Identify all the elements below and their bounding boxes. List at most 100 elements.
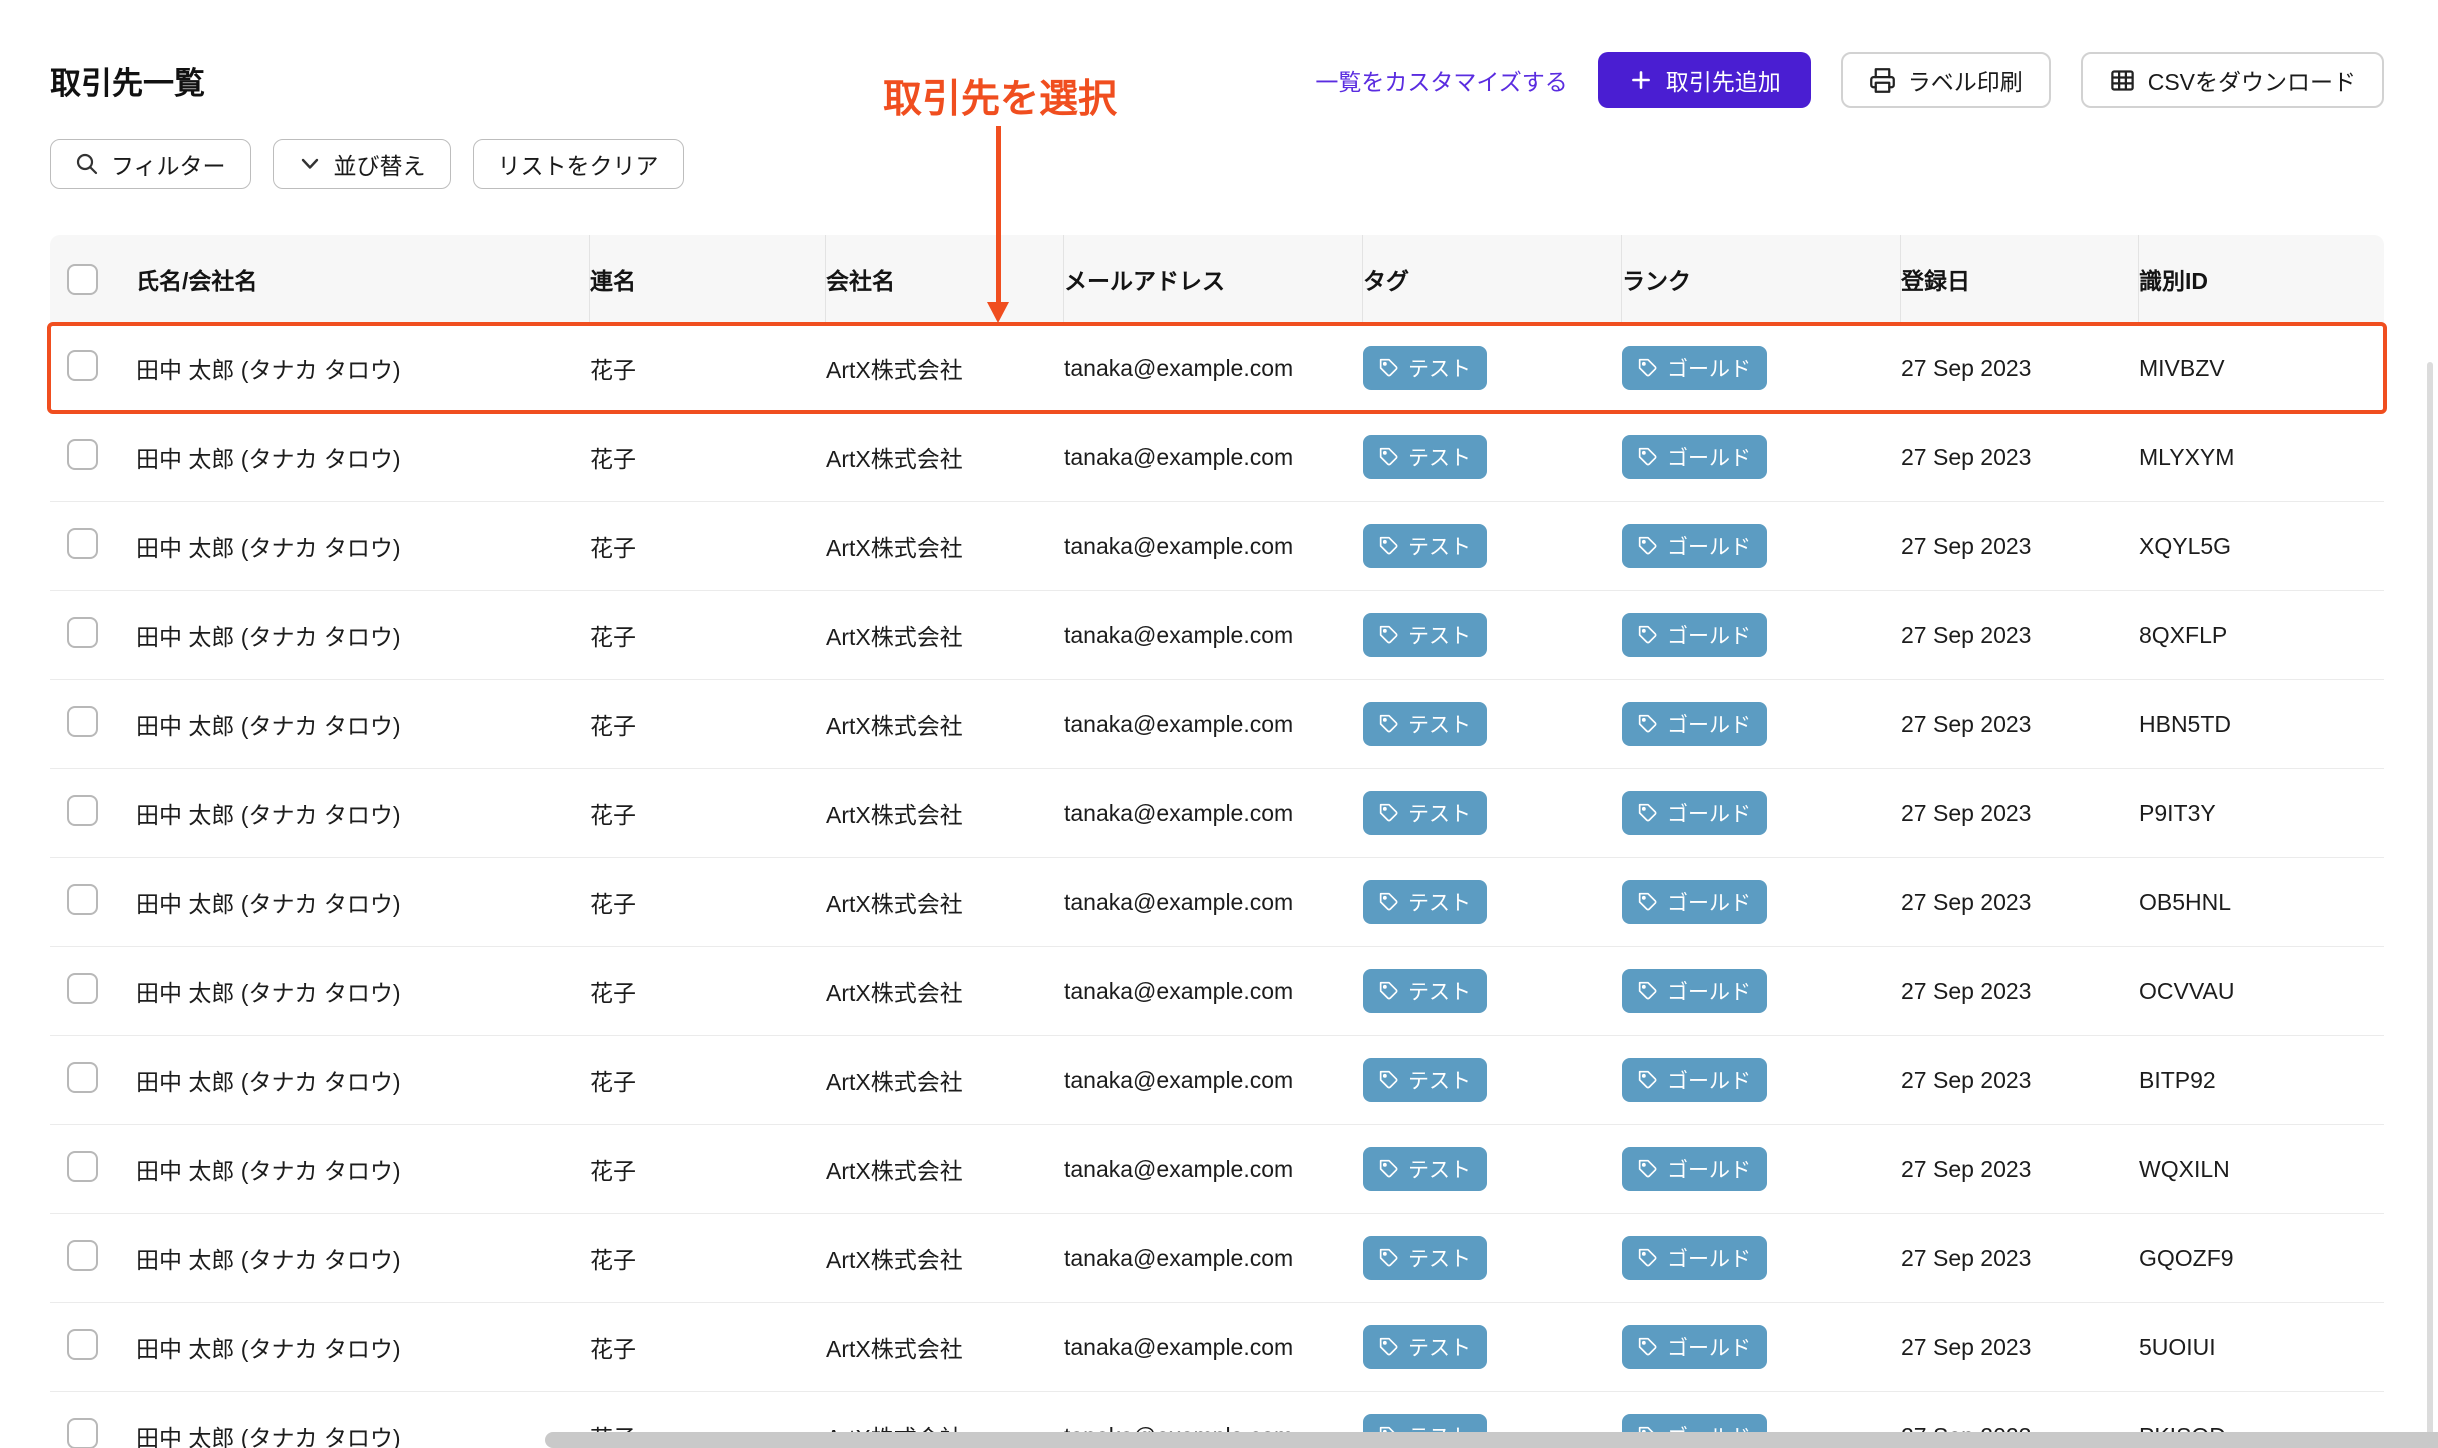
cell-email: tanaka@example.com: [1064, 1156, 1363, 1183]
cell-company: ArtX株式会社: [826, 707, 1064, 741]
table-row[interactable]: 田中 太郎 (タナカ タロウ) 花子 ArtX株式会社 tanaka@examp…: [50, 1214, 2384, 1303]
row-checkbox[interactable]: [67, 439, 98, 470]
cell-checkbox: [50, 1240, 136, 1277]
csv-download-button[interactable]: CSVをダウンロード: [2081, 52, 2384, 108]
cell-registered-date: 27 Sep 2023: [1901, 978, 2139, 1005]
cell-checkbox: [50, 617, 136, 654]
tag-icon: [1638, 714, 1658, 734]
column-header-rank[interactable]: ランク: [1621, 235, 1901, 323]
rank-badge: ゴールド: [1622, 702, 1767, 746]
tag-icon: [1379, 536, 1399, 556]
row-checkbox[interactable]: [67, 528, 98, 559]
sort-button[interactable]: 並び替え: [273, 139, 451, 189]
tag-icon: [1638, 803, 1658, 823]
rank-badge: ゴールド: [1622, 1236, 1767, 1280]
tag-badge: テスト: [1363, 613, 1487, 657]
table-row[interactable]: 田中 太郎 (タナカ タロウ) 花子 ArtX株式会社 tanaka@examp…: [50, 947, 2384, 1036]
cell-company: ArtX株式会社: [826, 440, 1064, 474]
cell-joint-name: 花子: [590, 618, 826, 652]
tag-badge: テスト: [1363, 880, 1487, 924]
cell-name: 田中 太郎 (タナカ タロウ): [136, 707, 590, 741]
select-all-checkbox[interactable]: [67, 264, 98, 295]
tag-icon: [1379, 892, 1399, 912]
row-checkbox[interactable]: [67, 973, 98, 1004]
row-checkbox[interactable]: [67, 1240, 98, 1271]
table-row[interactable]: 田中 太郎 (タナカ タロウ) 花子 ArtX株式会社 tanaka@examp…: [50, 324, 2384, 413]
table-row[interactable]: 田中 太郎 (タナカ タロウ) 花子 ArtX株式会社 tanaka@examp…: [50, 680, 2384, 769]
cell-tag: テスト: [1363, 613, 1622, 657]
tag-icon: [1379, 714, 1399, 734]
column-header-tag[interactable]: タグ: [1362, 235, 1622, 323]
cell-tag: テスト: [1363, 791, 1622, 835]
cell-registered-date: 27 Sep 2023: [1901, 1334, 2139, 1361]
clear-list-button[interactable]: リストをクリア: [473, 139, 684, 189]
header-checkbox-cell: [50, 235, 136, 323]
cell-company: ArtX株式会社: [826, 1063, 1064, 1097]
cell-checkbox: [50, 1151, 136, 1188]
cell-company: ArtX株式会社: [826, 1152, 1064, 1186]
column-header-company[interactable]: 会社名: [825, 235, 1064, 323]
table-row[interactable]: 田中 太郎 (タナカ タロウ) 花子 ArtX株式会社 tanaka@examp…: [50, 769, 2384, 858]
cell-id: XQYL5G: [2139, 533, 2384, 560]
tag-icon: [1379, 1337, 1399, 1357]
customize-list-link[interactable]: 一覧をカスタマイズする: [1315, 63, 1567, 97]
row-checkbox[interactable]: [67, 1418, 98, 1448]
cell-registered-date: 27 Sep 2023: [1901, 1156, 2139, 1183]
cell-company: ArtX株式会社: [826, 618, 1064, 652]
cell-rank: ゴールド: [1622, 969, 1901, 1013]
table-row[interactable]: 田中 太郎 (タナカ タロウ) 花子 ArtX株式会社 tanaka@examp…: [50, 502, 2384, 591]
cell-rank: ゴールド: [1622, 702, 1901, 746]
row-checkbox[interactable]: [67, 350, 98, 381]
row-checkbox[interactable]: [67, 1329, 98, 1360]
rank-badge: ゴールド: [1622, 791, 1767, 835]
tag-icon: [1638, 892, 1658, 912]
row-checkbox[interactable]: [67, 706, 98, 737]
cell-email: tanaka@example.com: [1064, 1067, 1363, 1094]
cell-tag: テスト: [1363, 435, 1622, 479]
cell-company: ArtX株式会社: [826, 885, 1064, 919]
column-header-registered-date[interactable]: 登録日: [1900, 235, 2139, 323]
row-checkbox[interactable]: [67, 884, 98, 915]
cell-name: 田中 太郎 (タナカ タロウ): [136, 1063, 590, 1097]
table-row[interactable]: 田中 太郎 (タナカ タロウ) 花子 ArtX株式会社 tanaka@examp…: [50, 413, 2384, 502]
table-row[interactable]: 田中 太郎 (タナカ タロウ) 花子 ArtX株式会社 tanaka@examp…: [50, 1303, 2384, 1392]
cell-tag: テスト: [1363, 1147, 1622, 1191]
tag-badge: テスト: [1363, 1325, 1487, 1369]
cell-rank: ゴールド: [1622, 1236, 1901, 1280]
cell-joint-name: 花子: [590, 707, 826, 741]
row-checkbox[interactable]: [67, 1151, 98, 1182]
tag-icon: [1379, 358, 1399, 378]
table-row[interactable]: 田中 太郎 (タナカ タロウ) 花子 ArtX株式会社 tanaka@examp…: [50, 1036, 2384, 1125]
label-print-label: ラベル印刷: [1908, 63, 2023, 97]
cell-id: OCVVAU: [2139, 978, 2384, 1005]
cell-tag: テスト: [1363, 880, 1622, 924]
row-checkbox[interactable]: [67, 795, 98, 826]
tag-badge: テスト: [1363, 346, 1487, 390]
table-row[interactable]: 田中 太郎 (タナカ タロウ) 花子 ArtX株式会社 tanaka@examp…: [50, 1125, 2384, 1214]
cell-email: tanaka@example.com: [1064, 533, 1363, 560]
table-row[interactable]: 田中 太郎 (タナカ タロウ) 花子 ArtX株式会社 tanaka@examp…: [50, 591, 2384, 680]
tag-icon: [1638, 536, 1658, 556]
cell-registered-date: 27 Sep 2023: [1901, 889, 2139, 916]
cell-name: 田中 太郎 (タナカ タロウ): [136, 440, 590, 474]
add-client-button[interactable]: 取引先追加: [1598, 52, 1811, 108]
horizontal-scrollbar[interactable]: [545, 1432, 2438, 1448]
table-row[interactable]: 田中 太郎 (タナカ タロウ) 花子 ArtX株式会社 tanaka@examp…: [50, 858, 2384, 947]
vertical-scrollbar[interactable]: [2427, 362, 2433, 1444]
row-checkbox[interactable]: [67, 617, 98, 648]
column-header-joint-name[interactable]: 連名: [589, 235, 826, 323]
filter-button[interactable]: フィルター: [50, 139, 251, 189]
cell-registered-date: 27 Sep 2023: [1901, 444, 2139, 471]
column-header-id[interactable]: 識別ID: [2138, 235, 2384, 323]
cell-id: GQOZF9: [2139, 1245, 2384, 1272]
column-header-name[interactable]: 氏名/会社名: [136, 235, 590, 323]
tag-icon: [1638, 1248, 1658, 1268]
list-toolbar: フィルター 並び替え リストをクリア: [50, 139, 684, 189]
cell-name: 田中 太郎 (タナカ タロウ): [136, 796, 590, 830]
page-header: 取引先一覧 一覧をカスタマイズする 取引先追加 ラベル印刷 CSVをダウンロード: [50, 50, 2384, 110]
label-print-button[interactable]: ラベル印刷: [1841, 52, 2051, 108]
row-checkbox[interactable]: [67, 1062, 98, 1093]
column-header-email[interactable]: メールアドレス: [1063, 235, 1363, 323]
tag-icon: [1638, 358, 1658, 378]
cell-name: 田中 太郎 (タナカ タロウ): [136, 618, 590, 652]
